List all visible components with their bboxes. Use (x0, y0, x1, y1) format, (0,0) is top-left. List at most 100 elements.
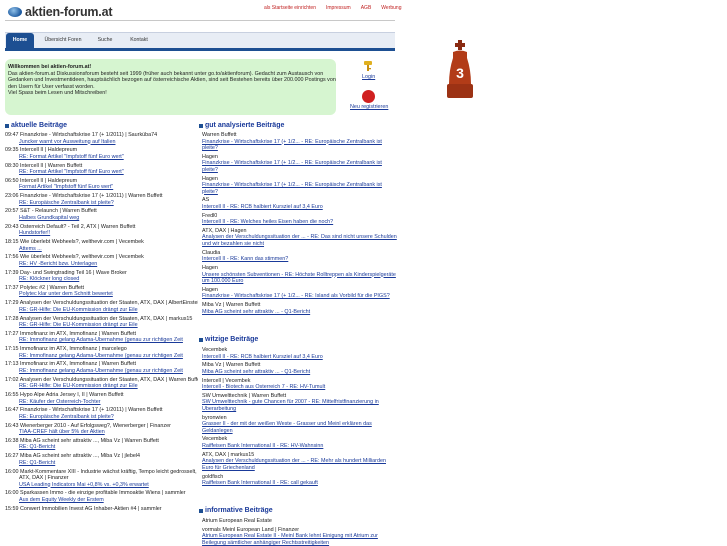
list-item: 16:38 Miba AG scheint sehr attraktiv ...… (5, 438, 198, 451)
post-link[interactable]: RE: GR-Hilfe: Die EU-Kommission drängt z… (5, 383, 198, 390)
tab-uebersicht-foren[interactable]: Übersicht Foren (40, 33, 86, 48)
post-link-cont[interactable]: pleite? (202, 167, 398, 174)
post-link[interactable]: Miba AG scheint sehr attraktiv ... - Q1-… (202, 369, 398, 376)
post-link[interactable]: RE: Europäische Zentralbank ist pleite? (5, 414, 198, 421)
aktuelle-list: 09:47 Finanzkrise - Wirtschaftskrise 17 … (5, 132, 198, 512)
post-link[interactable]: SW Umwelttechnik - gute Chancen für 2007… (202, 399, 398, 406)
post-link-cont[interactable]: Euro für Griechenland (202, 465, 398, 472)
tab-suche[interactable]: Suche (92, 33, 118, 48)
post-link[interactable]: USA Leading Indicators Mai +0,8% vs. +0,… (5, 482, 198, 489)
post-link-cont[interactable]: Überarbeitung (202, 406, 398, 413)
post-link[interactable]: Aus dem Equity Weekly der Erstem (5, 497, 198, 504)
section-informative-title: informative Beiträge (199, 507, 273, 514)
register-icon[interactable] (362, 90, 375, 103)
list-item: 17:28 Analysen der Verschuldungssituatio… (5, 316, 198, 329)
list-item: SW Umwelttechnik | Warren Buffett SW Umwe… (202, 393, 398, 413)
link-impressum[interactable]: Impressum (326, 5, 351, 11)
post-link[interactable]: Grasser II - der mit der weißen Weste - … (202, 421, 398, 428)
post-link[interactable]: RE: GR-Hilfe: Die EU-Kommission drängt z… (5, 307, 198, 314)
piece-number: 3 (456, 65, 464, 81)
welcome-title: Willkommen bei aktien-forum.at! (8, 64, 92, 70)
post-link[interactable]: Raiffeisen Bank International II - RE: c… (202, 480, 398, 487)
link-startseite[interactable]: als Startseite einrichten (264, 5, 316, 11)
post-link-cont[interactable]: pleite? (202, 189, 398, 196)
post-link-cont[interactable]: und wir bezahlen sie nicht (202, 241, 398, 248)
post-link[interactable]: Hundstorfer!! (5, 230, 198, 237)
post-link[interactable]: RE: Format Artikel "Impfstoff fünf Euro … (5, 169, 198, 176)
site-logo[interactable]: aktien-forum.at (8, 4, 112, 20)
list-item: 16:55 Hypo Alpe Adria Jersey I, II | War… (5, 392, 198, 405)
section-aktuelle-title: aktuelle Beiträge (5, 122, 67, 129)
post-link[interactable]: Miba AG scheint sehr attraktiv ... - Q1-… (202, 309, 398, 316)
list-item: 17:56 Wie überlebt Webheels?, welthevir.… (5, 254, 198, 267)
post-link[interactable]: Attems ... (5, 246, 198, 253)
register-link[interactable]: Neu registrieren (350, 104, 388, 110)
post-link-cont[interactable]: pleite? (202, 145, 398, 152)
post-link[interactable]: Finanzkrise - Wirtschaftskrise 17 (+ 1/2… (202, 293, 398, 300)
nav-underline (5, 48, 395, 51)
list-item: 08:30 Intercell II | Warren Buffett RE: F… (5, 163, 198, 176)
post-link[interactable]: Raiffeisen Bank International II - RE: H… (202, 443, 398, 450)
post-link-cont[interactable]: Geldanlegen (202, 428, 398, 435)
login-link[interactable]: Login (362, 74, 375, 80)
post-link-cont[interactable]: Beilegung sämtlicher anhängiger Rechtsst… (202, 540, 398, 546)
post-link[interactable]: Intercell II - RE: RCB halbiert Kursziel… (202, 354, 398, 361)
post-link[interactable]: Polytec klar unter dem Schnitt bewertet (5, 291, 198, 298)
post-link[interactable]: Intercell II - RE: RCB halbiert Kursziel… (202, 204, 398, 211)
list-item: Hagen Finanzkrise - Wirtschaftskrise 17 (… (202, 176, 398, 196)
list-item: Hagen Finanzkrise - Wirtschaftskrise 17 (… (202, 287, 398, 300)
post-link[interactable]: Finanzkrise - Wirtschaftskrise 17 (+ 1/2… (202, 139, 398, 146)
post-link[interactable]: Finanzkrise - Wirtschaftskrise 17 (+ 1/2… (202, 182, 398, 189)
post-link[interactable]: RE: Immofinanz gelang Adama-Übernahme (g… (5, 337, 198, 344)
list-item: ATX, DAX | Hagen Analysen der Verschuldun… (202, 228, 398, 248)
list-item: Atrium European Real Estate (202, 518, 398, 525)
tab-kontakt[interactable]: Kontakt (124, 33, 154, 48)
list-item: 16:00 Sparkassen Immo - die einzige prof… (5, 490, 198, 503)
post-link[interactable]: Intercell II - RE: Kann das stimmen? (202, 256, 398, 263)
post-link[interactable]: RE: Immofinanz gelang Adama-Übernahme (g… (5, 353, 198, 360)
list-item: Warren Buffett Finanzkrise - Wirtschaftsk… (202, 132, 398, 152)
post-link[interactable]: RE: Q1-Bericht (5, 444, 198, 451)
post-link[interactable]: Intercell - Biotech aus Österreich 7 - R… (202, 384, 398, 391)
list-item: 09:35 Intercell II | Haldepreum RE: Forma… (5, 147, 198, 160)
list-item: 16:00 Markt-Kommentare XIII - Industrie … (5, 469, 198, 489)
welcome-line: Viel Spass beim Lesen und Mitschreiben! (8, 90, 107, 97)
top-links: als Startseite einrichten Impressum AGB … (264, 5, 401, 11)
post-link[interactable]: RE: Klöckner long closed (5, 276, 198, 283)
post-link[interactable]: RE: Q1-Bericht (5, 460, 198, 467)
list-item: Hagen Finanzkrise - Wirtschaftskrise 17 (… (202, 154, 398, 174)
post-link[interactable]: Juncker warnt vor Ausweitung auf Italien (5, 139, 198, 146)
post-link[interactable]: RE: Format Artikel "Impfstoff fünf Euro … (5, 154, 198, 161)
list-item: 17:37 Polytec #2 | Warren Buffett Polytec… (5, 285, 198, 298)
list-item: 20:57 S&T - Relaunch | Warren Buffett Hal… (5, 208, 198, 221)
header-divider (5, 20, 395, 21)
post-link[interactable]: Format Artikel "Impfstoff fünf Euro wert… (5, 184, 198, 191)
post-link[interactable]: RE: Käufer der Österreich-Tochter (5, 399, 198, 406)
post-link[interactable]: TIAA-CREF hält über 5% der Aktien (5, 429, 198, 436)
link-werbung[interactable]: Werbung (381, 5, 401, 11)
tab-home[interactable]: Home (6, 33, 34, 48)
post-link[interactable]: Atrium European Real Estate II - Meinl B… (202, 533, 398, 540)
list-item: Claudia Intercell II - RE: Kann das stimm… (202, 250, 398, 263)
list-item: 23:06 Finanzkrise - Wirtschaftskrise 17 … (5, 193, 198, 206)
list-item: 17:13 Immofinanz im ATX, Immofinanz | Wa… (5, 361, 198, 374)
list-item: 20:43 Österreich Default? - Teil 2, ATX … (5, 224, 198, 237)
post-link[interactable]: RE: Immofinanz gelang Adama-Übernahme (g… (5, 368, 198, 375)
chess-piece-icon: 3 (447, 40, 473, 98)
welcome-box: Willkommen bei aktien-forum.at! Das akti… (5, 59, 336, 115)
post-link[interactable]: Halbes Grundkapital weg (5, 215, 198, 222)
post-link[interactable]: RE: GR-Hilfe: Die EU-Kommission drängt z… (5, 322, 198, 329)
post-link[interactable]: Finanzkrise - Wirtschaftskrise 17 (+ 1/2… (202, 160, 398, 167)
post-link[interactable]: Analysen der Verschuldungssituation der … (202, 458, 398, 465)
list-item: 16:43 Wienerberger 2010 - Auf Erfolgsweg… (5, 423, 198, 436)
post-meta: 17:29 Analysen der Verschuldungssituatio… (5, 300, 198, 307)
bullet-icon (199, 337, 203, 342)
post-link[interactable]: RE: Europäische Zentralbank ist pleite? (5, 200, 198, 207)
list-item: 17:02 Analysen der Verschuldungssituatio… (5, 377, 198, 390)
post-link-cont[interactable]: um 100.000 Euro (202, 278, 398, 285)
post-link[interactable]: Intercell II - RE: Welches heiles Eisen … (202, 219, 398, 226)
list-item: 15:59 Conwert Immobilien Invest AG Inhab… (5, 506, 198, 513)
key-icon[interactable] (362, 60, 374, 72)
post-link[interactable]: RE: HV -Bericht bzw. Unterlagen (5, 261, 198, 268)
link-agb[interactable]: AGB (361, 5, 372, 11)
